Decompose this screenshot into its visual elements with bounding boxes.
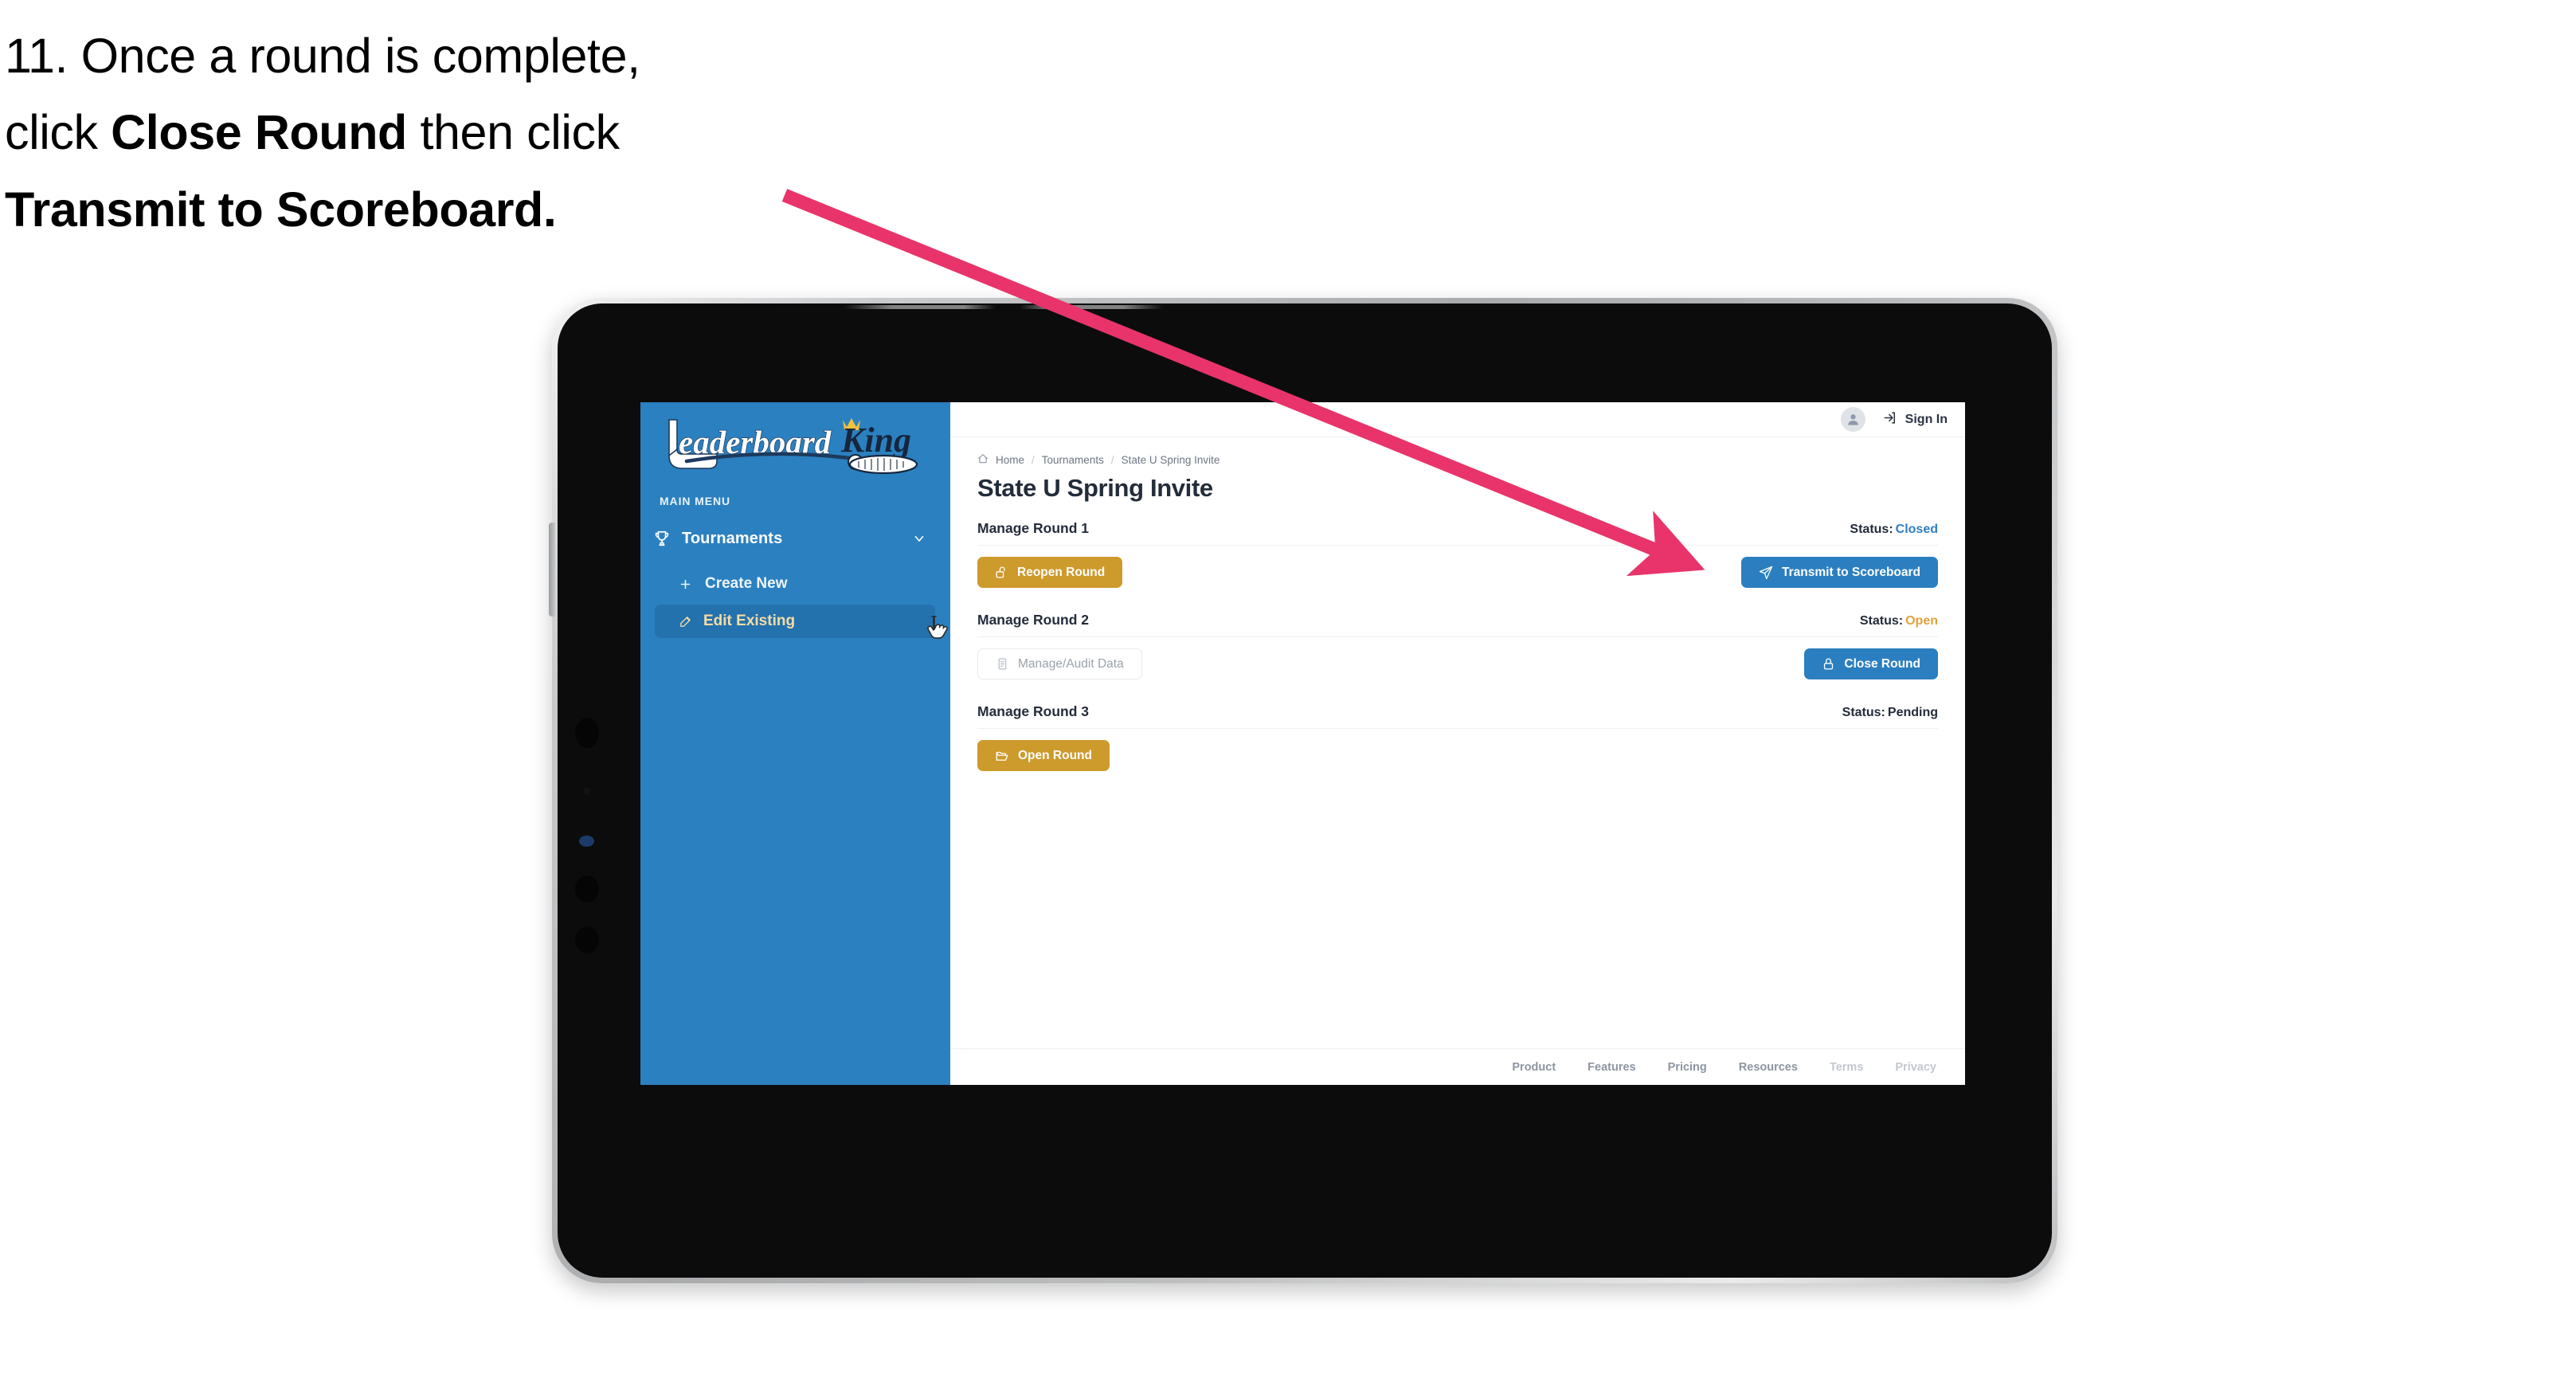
sign-in-arrow-icon [1883, 410, 1898, 429]
button-label: Close Round [1844, 656, 1920, 671]
breadcrumb-item-tournaments[interactable]: Tournaments [1042, 454, 1104, 466]
tablet-edge-dot-3 [575, 875, 599, 902]
round-block-2: Manage Round 2 Status: Open Manage/Audit… [977, 612, 1938, 679]
tablet-edge-dot-4 [575, 926, 599, 953]
tablet-body: eaderboard King MAIN MENU Tournaments Cr… [558, 303, 2052, 1278]
round-header: Manage Round 1 Status: Closed [977, 520, 1938, 546]
mouse-cursor-pointer [923, 614, 950, 644]
page-footer: Product Features Pricing Resources Terms… [950, 1048, 1965, 1085]
sidebar: eaderboard King MAIN MENU Tournaments Cr… [640, 402, 950, 1085]
button-label: Manage/Audit Data [1018, 656, 1124, 671]
status-label: Status: [1850, 523, 1893, 536]
caption-line-2-bold: Close Round [111, 105, 407, 160]
footer-link-product[interactable]: Product [1512, 1061, 1556, 1074]
sidebar-item-label: Tournaments [682, 529, 783, 547]
sidebar-item-create-new[interactable]: Create New [653, 569, 938, 599]
tablet-edge-dot-2 [583, 788, 590, 795]
breadcrumb-item-current[interactable]: State U Spring Invite [1122, 454, 1220, 466]
leaderboard-king-logo[interactable]: eaderboard King [655, 412, 934, 477]
status-value: Closed [1895, 523, 1938, 536]
round-status: Status: Open [1860, 614, 1938, 628]
plus-icon [679, 578, 692, 591]
sidebar-section-label: MAIN MENU [660, 495, 730, 507]
footer-link-privacy[interactable]: Privacy [1895, 1061, 1936, 1074]
tablet-side-button[interactable] [549, 523, 555, 617]
lock-icon [1822, 657, 1835, 671]
open-round-button[interactable]: Open Round [977, 740, 1110, 771]
instruction-caption: 11. Once a round is complete, click Clos… [5, 18, 849, 248]
page-title: State U Spring Invite [977, 474, 1213, 502]
round-actions: Open Round [977, 740, 1938, 771]
footer-link-pricing[interactable]: Pricing [1668, 1061, 1707, 1074]
button-label: Reopen Round [1017, 565, 1106, 579]
caption-line-1: 11. Once a round is complete, [5, 29, 640, 83]
trophy-icon [653, 530, 671, 547]
caption-line-3: Transmit to Scoreboard. [5, 182, 557, 237]
sidebar-item-label: Create New [705, 575, 788, 592]
user-avatar-icon[interactable] [1840, 407, 1865, 432]
svg-text:King: King [840, 421, 911, 460]
round-status: Status: Closed [1850, 523, 1938, 537]
round-actions: Reopen Round Transmit to Scoreboard [977, 557, 1938, 588]
tablet-screen: eaderboard King MAIN MENU Tournaments Cr… [640, 402, 1965, 1085]
sign-in-label: Sign In [1905, 412, 1948, 426]
button-label: Open Round [1018, 748, 1092, 762]
round-status: Status: Pending [1842, 706, 1938, 720]
caption-line-2: click Close Round then click [5, 94, 849, 170]
sidebar-item-label: Edit Existing [703, 613, 796, 629]
status-label: Status: [1859, 614, 1904, 628]
paper-plane-icon [1759, 566, 1773, 580]
main-content-area: Sign In Home / Tournaments / State U Spr… [950, 402, 1965, 1085]
breadcrumb-separator: / [1110, 454, 1114, 466]
clipboard-icon [996, 657, 1009, 671]
pencil-square-icon [679, 615, 692, 628]
tablet-speaker-grille [844, 305, 1243, 309]
caption-line-2-pre: click [5, 105, 112, 160]
footer-link-terms[interactable]: Terms [1830, 1061, 1863, 1074]
page-content: Home / Tournaments / State U Spring Invi… [950, 437, 1965, 1048]
home-icon[interactable] [977, 453, 989, 467]
round-title: Manage Round 2 [977, 612, 1090, 628]
breadcrumb-separator: / [1032, 454, 1035, 466]
round-header: Manage Round 3 Status: Pending [977, 703, 1938, 729]
sidebar-item-edit-existing[interactable]: Edit Existing [655, 605, 935, 638]
top-bar: Sign In [950, 402, 1965, 437]
sign-in-button[interactable]: Sign In [1883, 410, 1948, 429]
tablet-camera-lens [579, 836, 594, 847]
round-title: Manage Round 1 [977, 520, 1090, 536]
footer-link-features[interactable]: Features [1587, 1061, 1635, 1074]
status-label: Status: [1842, 706, 1885, 719]
unlock-icon [995, 566, 1008, 579]
manage-audit-data-button[interactable]: Manage/Audit Data [977, 648, 1142, 679]
caption-line-2-post: then click [406, 105, 620, 160]
button-label: Transmit to Scoreboard [1782, 565, 1920, 579]
status-value: Pending [1887, 706, 1938, 719]
round-block-1: Manage Round 1 Status: Closed Reopen Rou… [977, 520, 1938, 588]
tablet-device-frame: eaderboard King MAIN MENU Tournaments Cr… [549, 298, 2057, 1283]
tablet-edge-dot-1 [575, 718, 599, 748]
breadcrumb-item-home[interactable]: Home [996, 454, 1024, 466]
sidebar-item-tournaments[interactable]: Tournaments [653, 523, 938, 554]
footer-link-resources[interactable]: Resources [1739, 1061, 1798, 1074]
chevron-down-icon[interactable] [912, 531, 926, 546]
round-title: Manage Round 3 [977, 703, 1090, 719]
round-header: Manage Round 2 Status: Open [977, 612, 1938, 637]
transmit-to-scoreboard-button[interactable]: Transmit to Scoreboard [1741, 557, 1938, 588]
close-round-button[interactable]: Close Round [1804, 648, 1938, 679]
breadcrumb: Home / Tournaments / State U Spring Invi… [977, 453, 1938, 467]
status-value: Open [1905, 614, 1938, 628]
round-actions: Manage/Audit Data Close Round [977, 648, 1938, 679]
folder-open-icon [995, 749, 1009, 763]
reopen-round-button[interactable]: Reopen Round [977, 557, 1123, 588]
round-block-3: Manage Round 3 Status: Pending Open Roun… [977, 703, 1938, 771]
